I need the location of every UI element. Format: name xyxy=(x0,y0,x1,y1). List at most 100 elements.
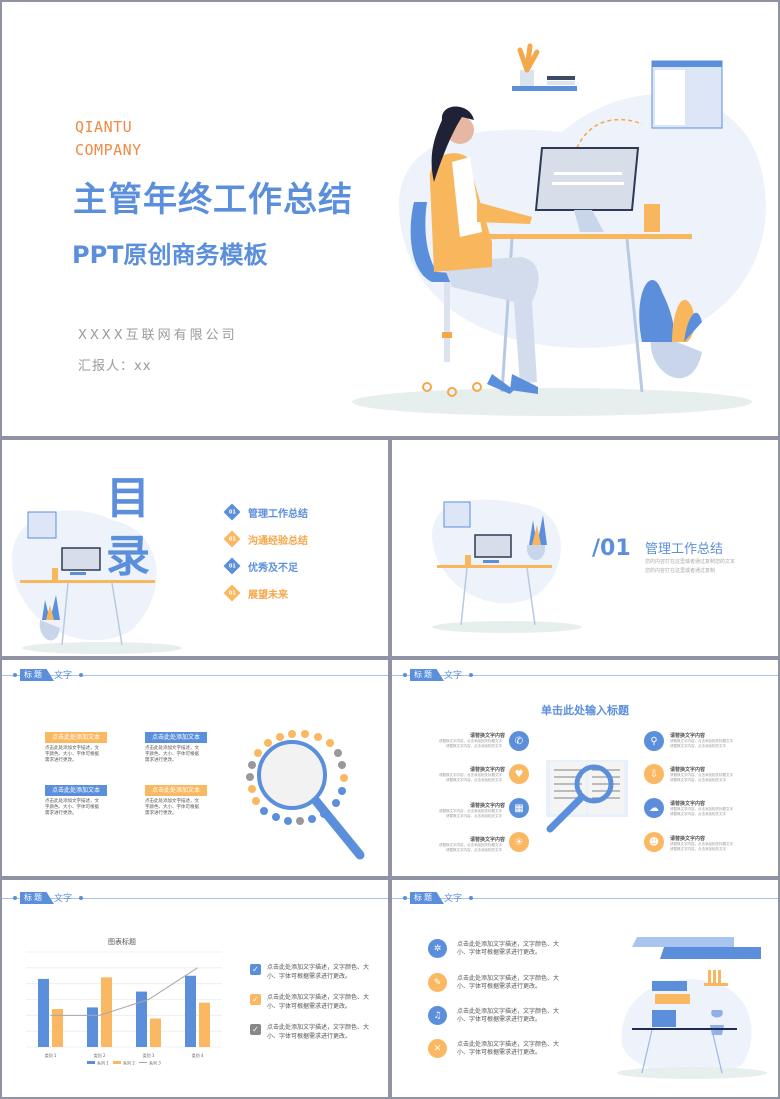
desk-illustration xyxy=(12,510,182,654)
info-item-heading: 请替换文字内容 xyxy=(670,767,706,773)
text-box-label[interactable]: 点击此处添加文本 xyxy=(45,785,107,796)
text-box-body: 点击此处添加文字描述，文字颜色、大小、字体可根据需求进行更改。 xyxy=(45,746,99,763)
toc-item-label: 管理工作总结 xyxy=(248,508,308,520)
check-item-text: 点击此处添加文字描述，文字颜色、大小、字体可根据需求进行更改。 xyxy=(267,994,370,1010)
cloud-icon: ☁ xyxy=(644,798,664,818)
toc-title-char-2: 录 xyxy=(106,531,150,582)
toc-item-1[interactable]: 01 管理工作总结 xyxy=(223,503,308,521)
banner-dark xyxy=(660,947,761,959)
section-number: /01 xyxy=(592,536,631,561)
info-item-heading: 请替换文字内容 xyxy=(670,836,706,842)
x-tick-label: 类别 4 xyxy=(192,1052,204,1058)
slide-cover[interactable]: QIANTU COMPANY 主管年终工作总结 PPT原创商务模板 XXXX互联… xyxy=(2,2,778,436)
office-illustration xyxy=(352,43,766,416)
shelf-plant xyxy=(517,43,540,73)
text-box-label[interactable]: 点击此处添加文本 xyxy=(145,785,207,796)
header-tag: 标题 xyxy=(20,669,54,681)
info-item-body: 请替换文字内容，点击添加相关标题文字请替换文字内容，点击添加相关文字 xyxy=(439,843,502,852)
step-text: 点击此处添加文字描述，文字颜色、大小、字体可根据需求进行更改。 xyxy=(457,941,560,956)
bell-icon: ♫ xyxy=(428,1006,447,1025)
slide-icon-steps[interactable]: 标题 文字 ✲ 点击此处添加文字描述，文字颜色、大小、字体可根据需求进行更改。 … xyxy=(392,880,778,1097)
slide-section-01[interactable]: /01 管理工作总结 您的内容打在这里或者通过复制您的文本 您的内容打在这里或者… xyxy=(392,440,778,656)
wrench-icon: ✎ xyxy=(428,973,447,992)
bar-2-1 xyxy=(52,1009,63,1047)
header-dot xyxy=(403,673,407,677)
slide-icon-list[interactable]: 标题 文字 单击此处输入标题 请替换文字内容 请替换文字内容，点击添加相关标题文… xyxy=(392,660,778,876)
section-title: 管理工作总结 xyxy=(645,542,724,557)
company-en-line2: COMPANY xyxy=(75,141,142,159)
info-item-body: 请替换文字内容，点击添加相关标题文字请替换文字内容，点击添加相关文字 xyxy=(439,809,502,818)
text-box-4[interactable]: 点击此处添加文本 点击此处添加文字描述，文字颜色、大小、字体可根据需求进行更改。 xyxy=(145,785,207,817)
step-text: 点击此处添加文字描述，文字颜色、大小、字体可根据需求进行更改。 xyxy=(457,1041,560,1056)
slide-table-of-contents[interactable]: 目 录 01 管理工作总结 01 沟通经验总结 01 优秀及不足 01 展望未来 xyxy=(2,440,388,656)
toc-item-label: 优秀及不足 xyxy=(248,562,298,574)
text-box-label[interactable]: 点击此处添加文本 xyxy=(45,732,107,743)
info-item-left-1: 请替换文字内容 请替换文字内容，点击添加相关标题文字请替换文字内容，点击添加相关… xyxy=(437,732,505,749)
x-tick-label: 类别 3 xyxy=(143,1052,155,1058)
toc-item-number: 01 xyxy=(228,536,236,542)
magnifier-icon-cloud xyxy=(246,730,365,860)
info-item-right-4: 请替换文字内容 请替换文字内容，点击添加相关标题文字请替换文字内容，点击添加相关… xyxy=(670,835,740,852)
info-item-heading: 请替换文字内容 xyxy=(469,733,505,739)
info-item-body: 请替换文字内容，点击添加相关标题文字请替换文字内容，点击添加相关文字 xyxy=(439,739,502,748)
shelf xyxy=(512,86,577,91)
section-description: 您的内容打在这里或者通过复制您的文本 您的内容打在这里或者通过复制 xyxy=(645,558,735,576)
header-dot xyxy=(403,896,407,900)
info-item-right-2: 请替换文字内容 请替换文字内容，点击添加相关标题文字请替换文字内容，点击添加相关… xyxy=(670,766,740,783)
bar-1-3 xyxy=(136,991,147,1047)
diamond-bullet-icon: 01 xyxy=(223,503,241,521)
check-item-text: 点击此处添加文字描述，文字颜色、大小、字体可根据需求进行更改。 xyxy=(267,1024,370,1040)
checkbox-icon[interactable]: ✓ xyxy=(250,1024,261,1035)
toc-item-number: 01 xyxy=(228,509,236,515)
info-item-right-3: 请替换文字内容 请替换文字内容，点击添加相关标题文字请替换文字内容，点击添加相关… xyxy=(670,800,740,817)
info-item-left-3: 请替换文字内容 请替换文字内容，点击添加相关标题文字请替换文字内容，点击添加相关… xyxy=(437,802,505,819)
bar-1-4 xyxy=(185,975,196,1047)
header-dot xyxy=(469,896,473,900)
slide-chart[interactable]: 标题 文字 图表标题 类别 1 类别 2 类别 3 类别 4 系列 1 系列 2 系列 3… xyxy=(2,880,388,1097)
info-item-heading: 请替换文字内容 xyxy=(670,733,706,739)
workspace-illustration xyxy=(617,937,767,1079)
info-item-body: 请替换文字内容，点击添加相关标题文字请替换文字内容，点击添加相关文字 xyxy=(439,773,502,782)
toc-item-3[interactable]: 01 优秀及不足 xyxy=(223,557,298,575)
tools-icon: ✕ xyxy=(428,1039,447,1058)
step-text: 点击此处添加文字描述，文字颜色、大小、字体可根据需求进行更改。 xyxy=(457,975,560,990)
header-text: 文字 xyxy=(444,671,463,681)
slide-title: 单击此处输入标题 xyxy=(541,704,629,717)
header-dot xyxy=(13,673,17,677)
info-item-heading: 请替换文字内容 xyxy=(670,801,706,807)
book xyxy=(547,81,575,85)
legend-label: 系列 2 xyxy=(123,1060,135,1066)
toc-item-2[interactable]: 01 沟通经验总结 xyxy=(223,530,308,548)
text-box-3[interactable]: 点击此处添加文本 点击此处添加文字描述，文字颜色、大小、字体可根据需求进行更改。 xyxy=(45,785,107,817)
legend-swatch xyxy=(113,1061,121,1064)
info-item-body: 请替换文字内容，点击添加相关标题文字请替换文字内容，点击添加相关文字 xyxy=(670,739,733,748)
cover-title: 主管年终工作总结 xyxy=(73,180,353,220)
text-box-2[interactable]: 点击此处添加文本 点击此处添加文字描述，文字颜色、大小、字体可根据需求进行更改。 xyxy=(145,732,207,764)
text-box-body: 点击此处添加文字描述，文字颜色、大小、字体可根据需求进行更改。 xyxy=(145,799,199,816)
header-dot xyxy=(79,673,83,677)
header-dot xyxy=(469,673,473,677)
diamond-bullet-icon: 01 xyxy=(223,530,241,548)
slide-magnifier-text-boxes[interactable]: 标题 文字 点击此处添加文本 点击此处添加文字描述，文字颜色、大小、字体可根据需… xyxy=(2,660,388,876)
book-magnifier-illustration xyxy=(546,760,628,833)
section-desc-line: 您的内容打在这里或者通过复制您的文本 xyxy=(645,559,736,565)
checkbox-icon[interactable]: ✓ xyxy=(250,964,261,975)
people-icon: ☻ xyxy=(644,832,664,852)
floor-shadow xyxy=(352,388,752,416)
bar-1-2 xyxy=(87,1007,98,1047)
legend-swatch xyxy=(87,1061,95,1064)
toc-item-number: 01 xyxy=(228,590,236,596)
section-desc-line: 您的内容打在这里或者通过复制 xyxy=(645,568,716,574)
checkbox-icon[interactable]: ✓ xyxy=(250,994,261,1005)
header-text: 文字 xyxy=(444,894,463,904)
info-item-heading: 请替换文字内容 xyxy=(469,767,505,773)
header-tag: 标题 xyxy=(410,892,444,904)
info-item-left-4: 请替换文字内容 请替换文字内容，点击添加相关标题文字请替换文字内容，点击添加相关… xyxy=(437,836,505,853)
text-box-label[interactable]: 点击此处添加文本 xyxy=(145,732,207,743)
calendar-icon: ▦ xyxy=(509,798,529,818)
text-box-1[interactable]: 点击此处添加文本 点击此处添加文字描述，文字颜色、大小、字体可根据需求进行更改。 xyxy=(45,732,107,764)
toc-item-number: 01 xyxy=(228,563,236,569)
bar-2-3 xyxy=(150,1018,161,1047)
diamond-bullet-icon: 01 xyxy=(223,584,241,602)
toc-item-4[interactable]: 01 展望未来 xyxy=(223,584,288,602)
